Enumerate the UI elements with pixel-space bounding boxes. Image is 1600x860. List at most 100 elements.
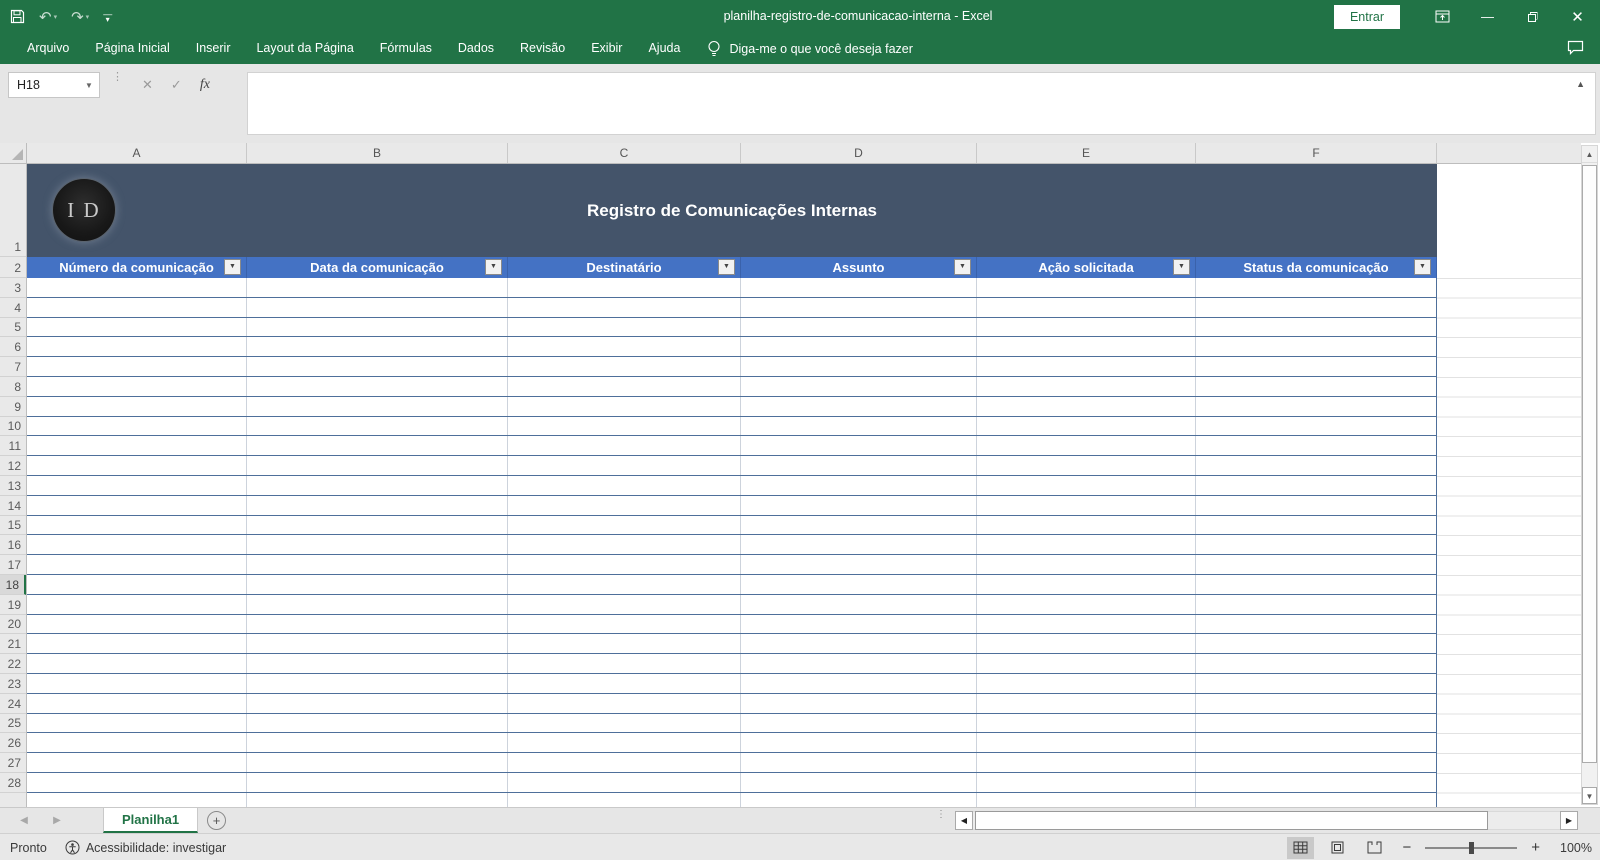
cell[interactable] (1196, 297, 1437, 317)
zoom-out-button[interactable]: − (1398, 839, 1415, 856)
row-header-9[interactable]: 9 (0, 397, 26, 417)
name-box[interactable]: H18 ▼ (8, 72, 100, 98)
cell[interactable] (247, 376, 508, 396)
cell[interactable] (247, 614, 508, 634)
cell[interactable] (508, 594, 741, 614)
table-header-cell[interactable]: Data da comunicação ▼ (247, 257, 508, 278)
comment-icon[interactable] (1567, 40, 1584, 55)
row-header-5[interactable]: 5 (0, 318, 26, 338)
row-header-10[interactable]: 10 (0, 417, 26, 437)
enter-icon[interactable]: ✓ (171, 77, 182, 93)
add-sheet-button[interactable]: + (207, 811, 226, 830)
cell[interactable] (27, 753, 247, 772)
cell[interactable] (977, 376, 1196, 396)
cell[interactable] (741, 436, 977, 456)
cell[interactable] (27, 436, 247, 456)
cell[interactable] (27, 475, 247, 495)
cell[interactable] (741, 634, 977, 654)
cell[interactable] (741, 594, 977, 614)
cell[interactable] (508, 713, 741, 733)
cancel-icon[interactable]: ✕ (142, 77, 153, 93)
row-header-23[interactable]: 23 (0, 674, 26, 694)
scroll-left-icon[interactable]: ◀ (955, 811, 973, 830)
zoom-slider[interactable] (1425, 841, 1518, 854)
cell[interactable] (741, 574, 977, 594)
cell[interactable] (508, 515, 741, 535)
row-header-7[interactable]: 7 (0, 357, 26, 377)
cell[interactable] (741, 297, 977, 317)
cell[interactable] (741, 772, 977, 792)
cell[interactable] (508, 495, 741, 515)
cell[interactable] (977, 436, 1196, 456)
cell[interactable] (508, 733, 741, 753)
cell[interactable] (741, 654, 977, 673)
vertical-scrollbar-thumb[interactable] (1582, 165, 1597, 763)
cell[interactable] (741, 396, 977, 416)
filter-dropdown-icon[interactable]: ▼ (718, 259, 735, 275)
cell[interactable] (27, 634, 247, 654)
cell[interactable] (741, 495, 977, 515)
column-header-D[interactable]: D (741, 143, 977, 163)
cell[interactable] (741, 357, 977, 376)
column-header-E[interactable]: E (977, 143, 1196, 163)
cell[interactable] (508, 574, 741, 594)
cell[interactable] (741, 733, 977, 753)
row-header-15[interactable]: 15 (0, 516, 26, 536)
cell[interactable] (1196, 574, 1437, 594)
cell[interactable] (508, 436, 741, 456)
table-header-cell[interactable]: Assunto ▼ (741, 257, 977, 278)
cell[interactable] (247, 594, 508, 614)
cell[interactable] (508, 416, 741, 436)
cell[interactable] (27, 456, 247, 475)
cell[interactable] (27, 733, 247, 753)
row-header-4[interactable]: 4 (0, 298, 26, 318)
accessibility-status[interactable]: Acessibilidade: investigar (65, 840, 226, 855)
cell[interactable] (27, 673, 247, 693)
cell[interactable] (977, 278, 1196, 297)
row-header-28[interactable]: 28 (0, 773, 26, 793)
zoom-in-button[interactable]: + (1527, 839, 1544, 856)
cell[interactable] (1196, 673, 1437, 693)
cell[interactable] (1196, 555, 1437, 574)
cell[interactable] (508, 278, 741, 297)
cell[interactable] (977, 555, 1196, 574)
table-header-cell[interactable]: Status da comunicação ▼ (1196, 257, 1437, 278)
row-header-25[interactable]: 25 (0, 714, 26, 734)
cell[interactable] (247, 555, 508, 574)
cell[interactable] (27, 515, 247, 535)
cell[interactable] (1196, 535, 1437, 555)
cell[interactable] (27, 713, 247, 733)
cell[interactable] (741, 337, 977, 357)
cell[interactable] (247, 574, 508, 594)
cell[interactable] (1196, 713, 1437, 733)
row-header-17[interactable]: 17 (0, 555, 26, 575)
menu-tab-ajuda[interactable]: Ajuda (635, 33, 693, 64)
cell[interactable] (247, 337, 508, 357)
cell[interactable] (1196, 357, 1437, 376)
cell[interactable] (508, 357, 741, 376)
cell[interactable] (27, 594, 247, 614)
cell[interactable] (1196, 634, 1437, 654)
cell[interactable] (1196, 693, 1437, 713)
row-header-26[interactable]: 26 (0, 733, 26, 754)
cell[interactable] (977, 297, 1196, 317)
cell[interactable] (27, 416, 247, 436)
cell[interactable] (741, 673, 977, 693)
cell[interactable] (27, 693, 247, 713)
tabbar-resize-handle[interactable]: ⋮ (936, 810, 946, 820)
cell[interactable] (1196, 337, 1437, 357)
insert-function-icon[interactable]: fx (200, 77, 210, 93)
column-header-A[interactable]: A (27, 143, 247, 163)
menu-tab-arquivo[interactable]: Arquivo (14, 33, 82, 64)
row-header-18[interactable]: 18 (0, 574, 26, 595)
cell[interactable] (508, 614, 741, 634)
row-header-8[interactable]: 8 (0, 377, 26, 397)
cell[interactable] (247, 297, 508, 317)
cell[interactable] (741, 535, 977, 555)
cell[interactable] (977, 456, 1196, 475)
cell[interactable] (977, 654, 1196, 673)
row-header-24[interactable]: 24 (0, 694, 26, 714)
menu-tab-revisão[interactable]: Revisão (507, 33, 578, 64)
cell[interactable] (247, 515, 508, 535)
row-header-22[interactable]: 22 (0, 654, 26, 674)
